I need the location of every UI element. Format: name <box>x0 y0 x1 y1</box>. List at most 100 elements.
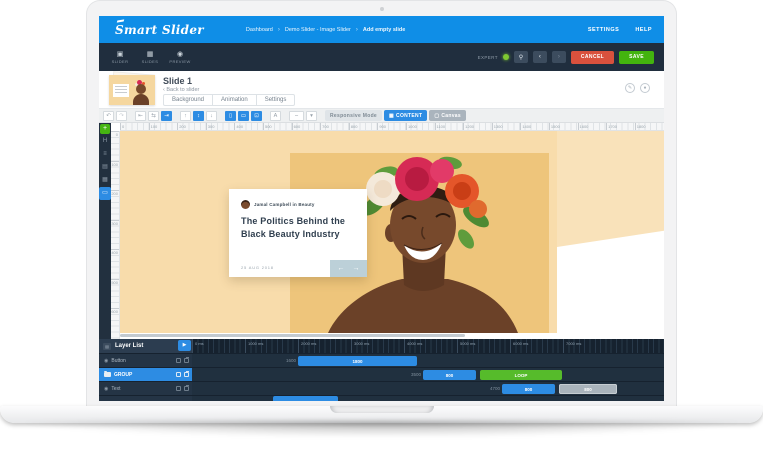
card-arrows-box: ← → <box>330 260 367 277</box>
thumb-card <box>113 84 129 97</box>
slide-canvas[interactable]: Jamal Campbell in Beauty The Politics Be… <box>120 131 664 339</box>
add-layer-button[interactable]: + <box>100 124 110 134</box>
duplicate-icon[interactable] <box>176 372 181 377</box>
out-animation-bar[interactable]: 800 <box>559 384 617 394</box>
valign-bottom-icon[interactable]: ↓ <box>206 110 217 121</box>
device-tablet-icon[interactable]: ▭ <box>238 110 249 121</box>
edit-icon[interactable]: ✎ <box>625 83 635 93</box>
valign-top-icon[interactable]: ↑ <box>180 110 191 121</box>
webcam-dot <box>379 7 384 11</box>
undo-icon[interactable]: ↶ <box>103 110 114 121</box>
breadcrumb-separator-icon: › <box>277 26 280 33</box>
text-layer-icon[interactable]: ≡ <box>99 148 111 161</box>
device-phone-icon[interactable]: ▯ <box>225 110 236 121</box>
expert-lightbulb-icon[interactable] <box>502 54 509 60</box>
image-layer-icon[interactable]: ▤ <box>99 161 111 174</box>
next-arrow-icon[interactable]: → <box>353 265 360 272</box>
thumb-body <box>133 94 149 105</box>
align-right-icon[interactable]: ⇥ <box>161 110 172 121</box>
bar-start-label: 1600 <box>285 358 296 363</box>
trash-icon[interactable] <box>184 357 189 363</box>
device-view-button[interactable]: ⚲ <box>513 51 528 63</box>
slides-button[interactable]: ▦ SLIDES <box>137 45 163 69</box>
slides-grid-icon: ▦ <box>146 50 154 58</box>
bar-start-label: 4700 <box>489 386 500 391</box>
play-button[interactable]: ▶ <box>178 340 191 351</box>
slide-title: Slide 1 <box>163 76 193 86</box>
animation-bar[interactable]: 800 <box>502 384 555 394</box>
workspace: + H ≡ ▤ ▦ ▭ 0 100 200 300 400 500 600 700 800 900… <box>99 123 664 339</box>
content-grid-icon: ▦ <box>389 112 395 119</box>
valign-middle-icon[interactable]: ↕ <box>193 110 204 121</box>
author-avatar <box>241 200 250 209</box>
animation-bar[interactable] <box>273 396 338 401</box>
bar-start-label: 3500 <box>410 372 421 377</box>
duplicate-icon[interactable] <box>176 358 181 363</box>
dropdown-chevron-icon[interactable]: ▾ <box>306 110 317 121</box>
eye-icon[interactable]: ◉ <box>104 382 108 396</box>
duplicate-icon[interactable] <box>176 386 181 391</box>
vertical-ruler: 0 100 200 300 400 500 600 <box>111 131 120 339</box>
slide-thumbnail[interactable] <box>109 71 156 105</box>
undo-button[interactable]: ‹ <box>532 51 547 63</box>
eye-icon[interactable]: ◉ <box>104 354 108 368</box>
app-logo[interactable]: Smart Slider <box>115 23 204 37</box>
align-left-icon[interactable]: ⇤ <box>135 110 146 121</box>
heading-layer-icon[interactable]: H <box>99 135 111 148</box>
folder-icon[interactable] <box>104 370 111 377</box>
layer-add-sidebar: + H ≡ ▤ ▦ ▭ <box>99 123 111 339</box>
timeline-row-group[interactable]: GROUP 3500 800 LOOP <box>99 367 664 381</box>
cancel-button[interactable]: CANCEL <box>570 50 615 64</box>
prev-arrow-icon[interactable]: ← <box>338 265 345 272</box>
value-input[interactable]: – <box>289 110 304 121</box>
back-to-slider-link[interactable]: ‹ Back to slider <box>163 87 199 93</box>
breadcrumb-slider[interactable]: Demo Slider - Image Slider <box>285 27 351 33</box>
slide-header: Slide 1 ‹ Back to slider Background Anim… <box>99 71 664 109</box>
canvas-horizontal-scrollbar[interactable] <box>120 334 465 337</box>
slider-icon: ▣ <box>116 50 124 58</box>
laptop-notch <box>329 406 434 413</box>
slide-tabs: Background Animation Settings <box>163 94 296 106</box>
horizontal-ruler: 0 100 200 300 400 500 600 700 800 900 1000 1100 1200… <box>120 123 664 131</box>
trash-icon[interactable] <box>184 385 189 391</box>
slide-background-corner <box>557 131 664 247</box>
responsive-mode-button[interactable]: Responsive Mode <box>325 110 383 121</box>
canvas-icon: ▢ <box>434 112 440 119</box>
animation-bar[interactable]: 800 <box>423 370 476 380</box>
loop-bar[interactable]: LOOP <box>480 370 562 380</box>
breadcrumb-dashboard[interactable]: Dashboard <box>246 27 273 33</box>
byline-row: Jamal Campbell in Beauty <box>241 200 315 209</box>
timeline-row-text[interactable]: ◉ Text 4700 800 800 <box>99 381 664 395</box>
slider-button[interactable]: ▣ SLIDER <box>107 45 133 69</box>
timeline-row-button[interactable]: ◉ Button 1600 1800 <box>99 353 664 367</box>
device-desktop-icon[interactable]: ⊡ <box>251 110 262 121</box>
preview-eye-icon: ◉ <box>176 50 184 58</box>
save-button[interactable]: SAVE <box>619 50 654 64</box>
redo-button[interactable]: › <box>551 51 566 63</box>
timeline-panel: ▤ Layer List ▶ 0 ms 1000 ms 2000 ms 3000 ms… <box>99 339 664 401</box>
canvas-button[interactable]: ▢ Canvas <box>429 110 466 121</box>
button-layer-icon[interactable]: ▭ <box>99 187 111 200</box>
tab-background[interactable]: Background <box>163 94 214 106</box>
trash-icon[interactable] <box>184 371 189 377</box>
settings-gear-icon[interactable]: ● <box>640 83 650 93</box>
slide-headline[interactable]: The Politics Behind the Black Beauty Ind… <box>241 215 345 241</box>
animation-bar[interactable]: 1800 <box>298 356 417 366</box>
video-layer-icon[interactable]: ▦ <box>99 174 111 187</box>
timeline-ruler: 0 ms 1000 ms 2000 ms 3000 ms 4000 ms 5000 ms 6… <box>192 339 664 353</box>
help-link[interactable]: HELP <box>635 27 652 33</box>
font-icon[interactable]: A <box>270 110 281 121</box>
timeline-row-partial <box>99 395 664 401</box>
tab-settings[interactable]: Settings <box>255 94 296 106</box>
redo-icon[interactable]: ↷ <box>116 110 127 121</box>
settings-link[interactable]: SETTINGS <box>588 27 620 33</box>
align-center-icon[interactable]: ⇆ <box>148 110 159 121</box>
lightbulb-icon: ⚲ <box>518 54 524 61</box>
expert-label: EXPERT <box>477 54 498 60</box>
content-button[interactable]: ▦ CONTENT <box>384 110 428 121</box>
slide-text-card[interactable]: Jamal Campbell in Beauty The Politics Be… <box>229 189 367 277</box>
app-screen: Smart Slider Dashboard › Demo Slider - I… <box>99 16 664 401</box>
preview-button[interactable]: ◉ PREVIEW <box>167 45 193 69</box>
timeline-header: ▤ Layer List ▶ 0 ms 1000 ms 2000 ms 3000 ms… <box>99 339 664 353</box>
tab-animation[interactable]: Animation <box>212 94 257 106</box>
